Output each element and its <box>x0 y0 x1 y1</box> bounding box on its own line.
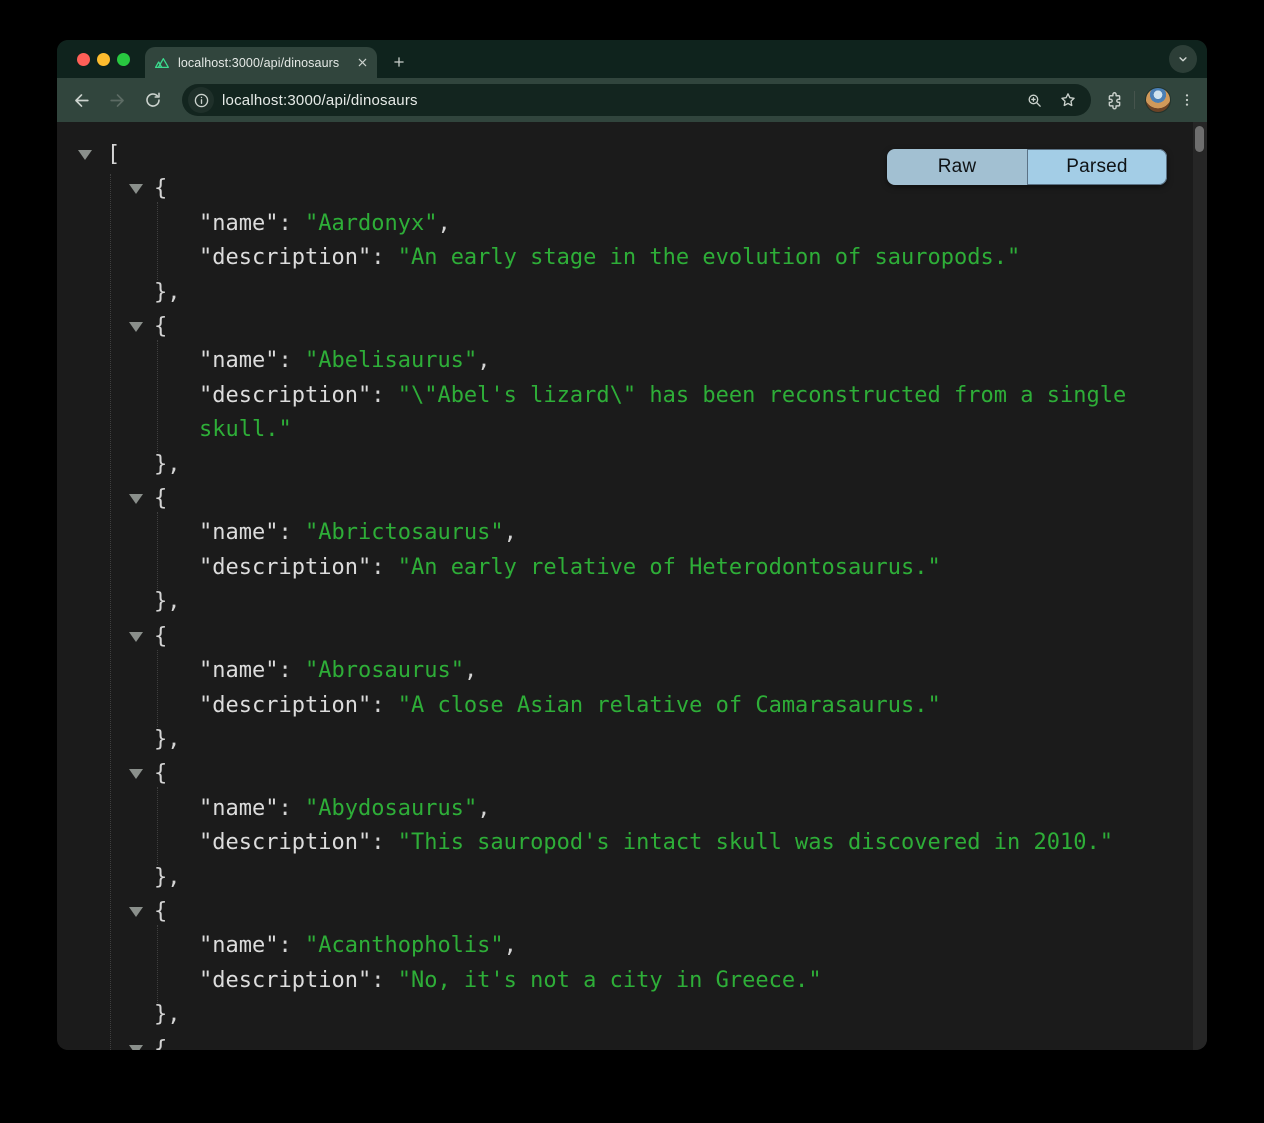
json-object-partial: { <box>57 1033 1207 1050</box>
site-info-icon[interactable] <box>188 87 214 113</box>
nuxt-favicon-icon <box>154 55 170 71</box>
json-tree: [ { name: Aardonyx, description: An earl… <box>57 122 1207 1050</box>
bookmark-star-icon[interactable] <box>1059 91 1077 109</box>
extensions-puzzle-icon[interactable] <box>1105 91 1124 110</box>
collapse-arrow-icon[interactable] <box>129 769 143 779</box>
json-property-description: description: A close Asian relative of C… <box>57 689 1191 723</box>
minimize-window-button[interactable] <box>97 53 110 66</box>
collapse-arrow-icon[interactable] <box>129 322 143 332</box>
parsed-button[interactable]: Parsed <box>1027 149 1167 185</box>
collapse-arrow-icon[interactable] <box>129 1045 143 1050</box>
profile-avatar[interactable] <box>1145 87 1171 113</box>
address-bar[interactable]: localhost:3000/api/dinosaurs <box>182 84 1091 116</box>
raw-parsed-toggle: Raw Parsed <box>887 149 1167 185</box>
collapse-arrow-icon[interactable] <box>129 907 143 917</box>
json-object: { name: Aardonyx, description: An early … <box>57 172 1207 310</box>
collapse-arrow-icon[interactable] <box>129 184 143 194</box>
scrollbar-track[interactable] <box>1193 122 1207 1050</box>
traffic-lights <box>77 53 130 66</box>
zoom-magnifier-icon[interactable] <box>1026 92 1043 109</box>
json-object: { name: Abelisaurus, description: \"Abel… <box>57 310 1207 482</box>
url-text: localhost:3000/api/dinosaurs <box>222 92 1026 109</box>
tab-title: localhost:3000/api/dinosaurs <box>178 56 349 70</box>
omnibox-actions <box>1026 91 1077 109</box>
reload-button[interactable] <box>141 88 165 112</box>
menu-kebab-icon[interactable] <box>1179 92 1195 108</box>
scrollbar-thumb[interactable] <box>1195 126 1204 152</box>
json-object: { name: Abydosaurus, description: This s… <box>57 757 1207 895</box>
json-property-name: name: Abelisaurus, <box>57 344 1191 378</box>
json-viewer-content: Raw Parsed [ { name: Aardonyx, descripti… <box>57 122 1207 1050</box>
json-property-description: description: \"Abel's lizard\" has been … <box>57 379 1191 448</box>
browser-window: localhost:3000/api/dinosaurs <box>57 40 1207 1050</box>
collapse-arrow-icon[interactable] <box>78 150 92 160</box>
json-property-description: description: This sauropod's intact skul… <box>57 826 1191 860</box>
collapse-arrow-icon[interactable] <box>129 494 143 504</box>
new-tab-button[interactable] <box>392 55 406 69</box>
browser-tab[interactable]: localhost:3000/api/dinosaurs <box>145 47 377 78</box>
json-property-description: description: An early relative of Hetero… <box>57 551 1191 585</box>
json-property-name: name: Aardonyx, <box>57 207 1191 241</box>
close-window-button[interactable] <box>77 53 90 66</box>
tab-search-chevron-button[interactable] <box>1169 45 1197 73</box>
back-button[interactable] <box>69 88 93 112</box>
tab-close-icon[interactable] <box>357 57 368 68</box>
raw-button[interactable]: Raw <box>887 149 1027 185</box>
toolbar-divider <box>1134 91 1135 109</box>
json-property-name: name: Acanthopholis, <box>57 929 1191 963</box>
json-property-name: name: Abydosaurus, <box>57 792 1191 826</box>
maximize-window-button[interactable] <box>117 53 130 66</box>
browser-toolbar: localhost:3000/api/dinosaurs <box>57 78 1207 122</box>
tab-strip: localhost:3000/api/dinosaurs <box>57 40 1207 78</box>
json-property-name: name: Abrictosaurus, <box>57 516 1191 550</box>
json-property-description: description: An early stage in the evolu… <box>57 241 1191 275</box>
json-object: { name: Abrictosaurus, description: An e… <box>57 482 1207 620</box>
json-property-name: name: Abrosaurus, <box>57 654 1191 688</box>
json-property-description: description: No, it's not a city in Gree… <box>57 964 1191 998</box>
collapse-arrow-icon[interactable] <box>129 632 143 642</box>
json-object: { name: Abrosaurus, description: A close… <box>57 620 1207 758</box>
json-object: { name: Acanthopholis, description: No, … <box>57 895 1207 1033</box>
forward-button[interactable] <box>105 88 129 112</box>
